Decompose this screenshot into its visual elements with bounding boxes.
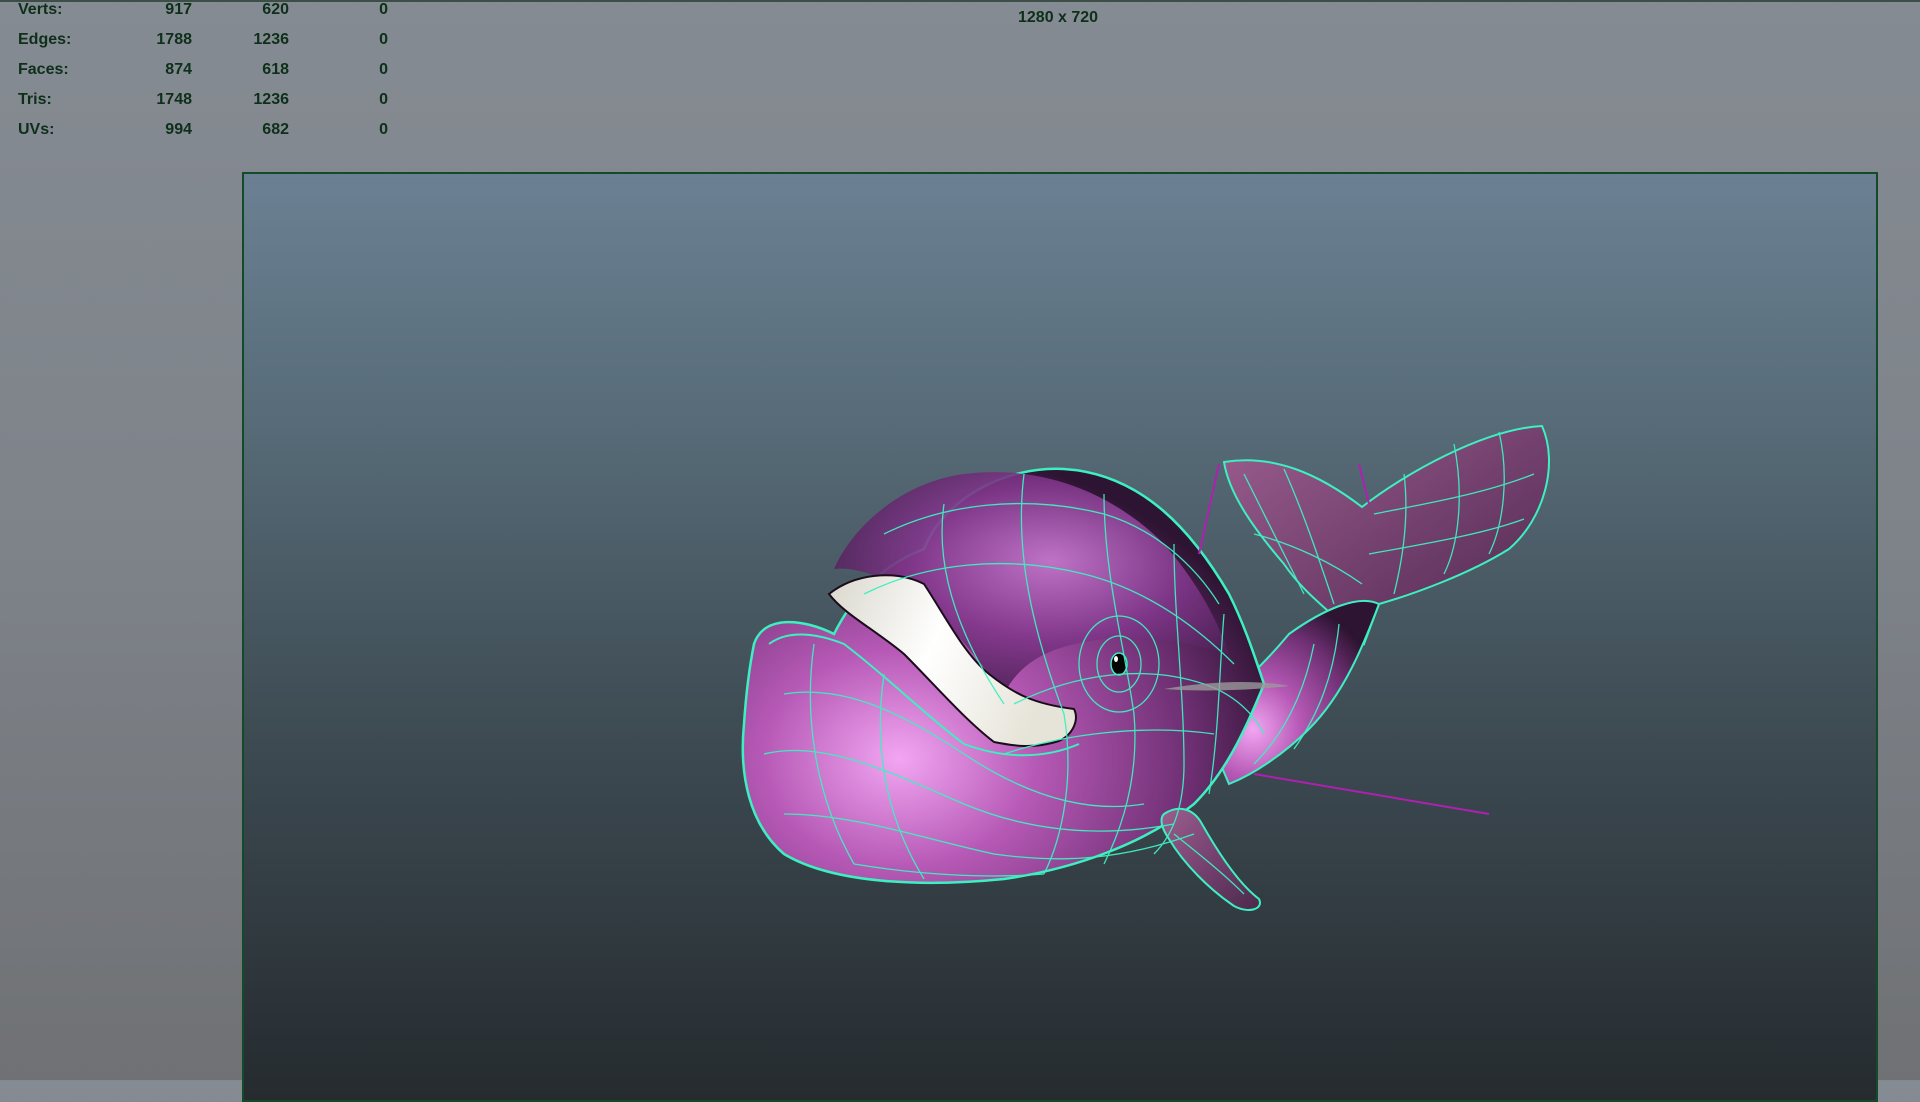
hud-label: Edges: <box>18 31 72 48</box>
hud-value-selected: 620 <box>262 1 289 18</box>
hud-label: UVs: <box>18 121 55 138</box>
viewport-canvas[interactable] <box>244 174 1878 1102</box>
whale-model[interactable] <box>741 424 1550 911</box>
hud-value-component: 0 <box>379 121 388 138</box>
hud-value-component: 0 <box>379 61 388 78</box>
hud-value-component: 0 <box>379 91 388 108</box>
hud-value-object: 994 <box>165 121 192 138</box>
hud-label: Verts: <box>18 1 63 18</box>
hud-value-component: 0 <box>379 31 388 48</box>
hud-value-selected: 618 <box>262 61 289 78</box>
hud-value-object: 1788 <box>156 31 192 48</box>
hud-value-component: 0 <box>379 1 388 18</box>
viewport-panel[interactable]: Verts: 917 620 0 Edges: 1788 1236 0 Face… <box>0 0 1920 1102</box>
hud-label: Tris: <box>18 91 52 108</box>
resolution-gate-label: 1280 x 720 <box>1018 9 1099 26</box>
hud-value-selected: 682 <box>262 121 289 138</box>
hud-value-object: 917 <box>165 1 192 18</box>
whale-tail-fluke[interactable] <box>1222 424 1550 646</box>
hud-value-object: 874 <box>165 61 192 78</box>
hud-value-selected: 1236 <box>253 31 289 48</box>
whale-eye-highlight <box>1114 656 1118 662</box>
hud-label: Faces: <box>18 61 69 78</box>
hud-value-object: 1748 <box>156 91 192 108</box>
resolution-gate[interactable] <box>242 172 1878 1102</box>
whale-pectoral-fin[interactable] <box>1160 807 1261 911</box>
hud-value-selected: 1236 <box>253 91 289 108</box>
